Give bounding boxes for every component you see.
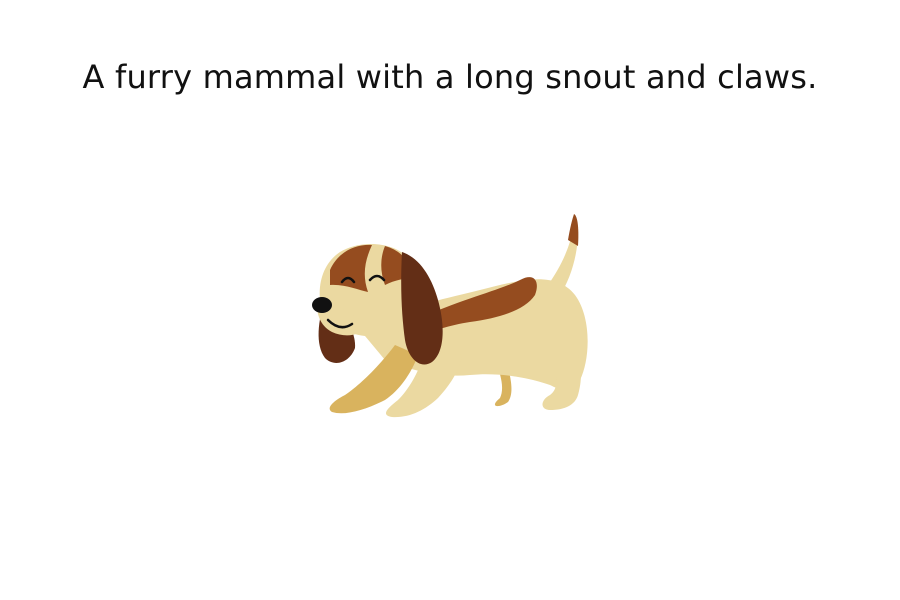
ear-near xyxy=(401,252,443,365)
tail-tip xyxy=(568,214,579,246)
caption-text: A furry mammal with a long snout and cla… xyxy=(82,58,818,96)
dog-icon xyxy=(312,214,588,418)
dog-illustration xyxy=(300,205,600,425)
nose xyxy=(312,297,332,313)
